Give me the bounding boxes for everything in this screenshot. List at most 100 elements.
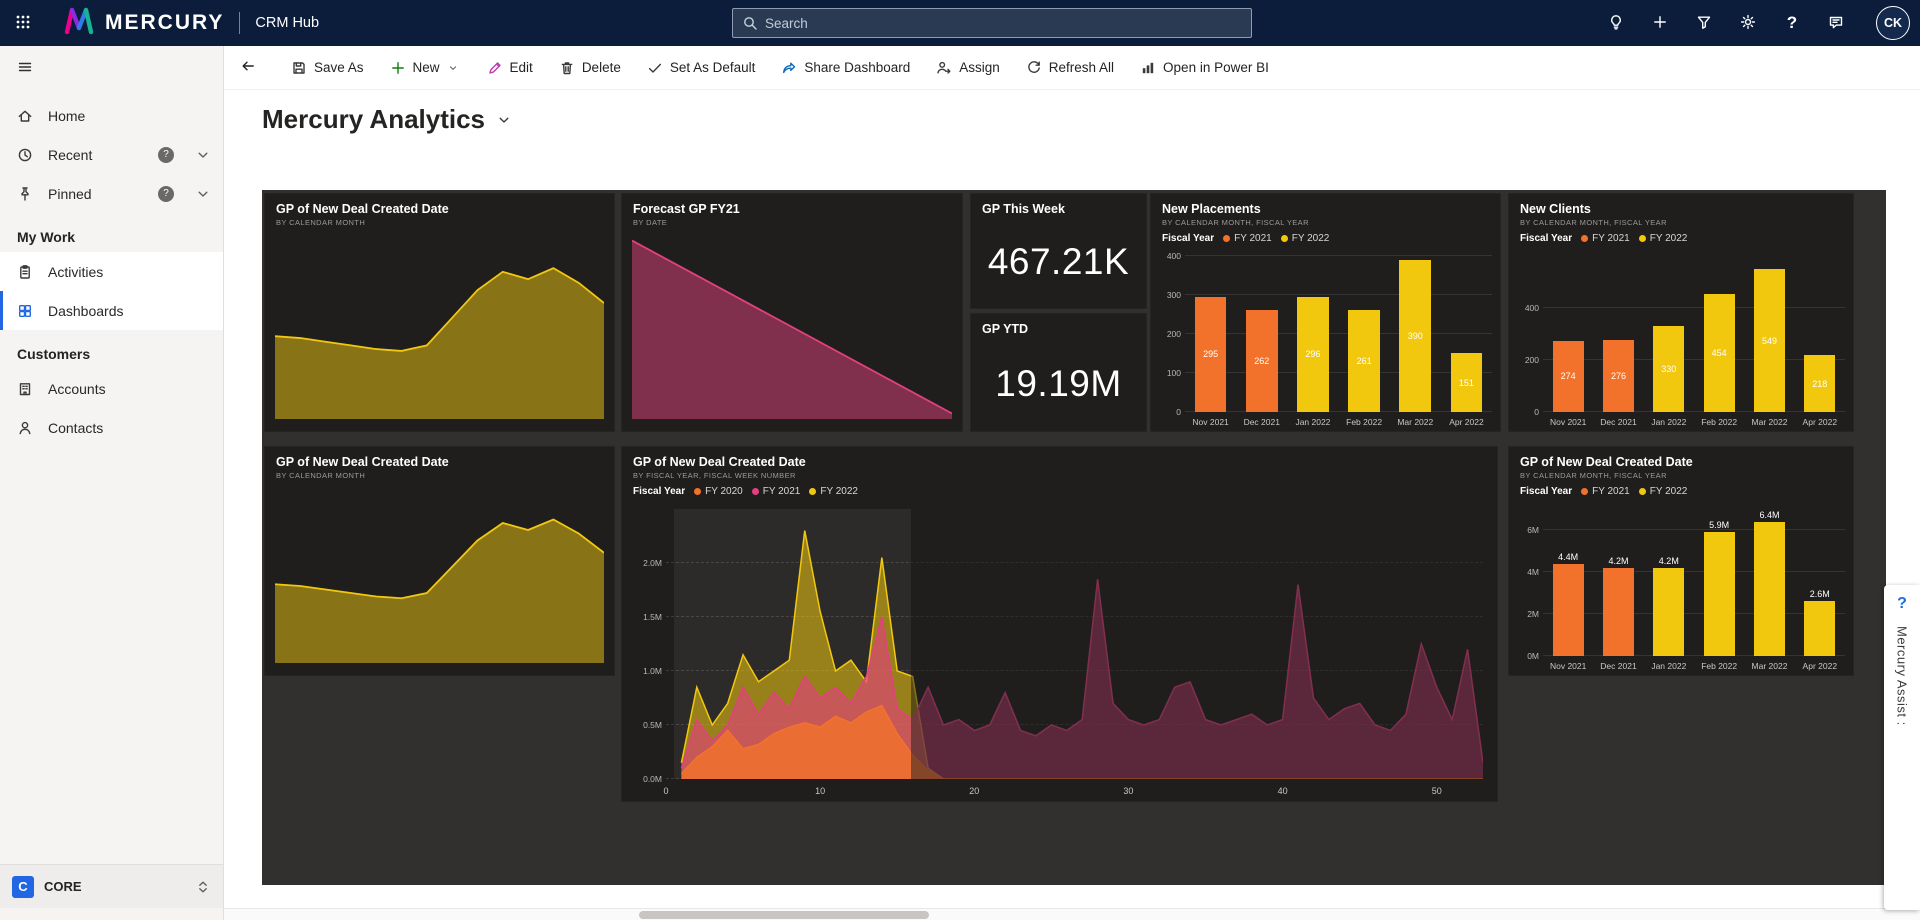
sidebar-item-label: Activities [48,264,211,280]
sidebar-item-activities[interactable]: Activities [0,252,223,291]
sidebar-item-recent[interactable]: Recent? [0,135,223,174]
scrollbar-thumb[interactable] [639,911,929,919]
avatar[interactable]: CK [1876,6,1910,40]
bar[interactable]: 5.9M [1704,532,1735,656]
bar[interactable]: 296 [1297,297,1329,412]
bar[interactable]: 330 [1653,326,1684,412]
legend-item[interactable]: FY 2021 [1223,233,1272,244]
dashboard-selector-chevron-icon[interactable] [496,112,512,128]
tile-forecast-gp-fy21[interactable]: Forecast GP FY21BY DATE [622,194,962,431]
bars: 295 262 296 261 390 151 [1185,256,1492,412]
horizontal-scrollbar[interactable] [224,908,1920,920]
legend-item[interactable]: FY 2022 [1639,486,1688,497]
bar[interactable]: 218 [1804,355,1835,412]
tile-title: GP This Week [982,202,1135,216]
bar-value-label: 5.9M [1709,520,1729,530]
bar[interactable]: 454 [1704,294,1735,412]
bar[interactable]: 295 [1195,297,1227,412]
legend-label: FY 2022 [1650,486,1688,497]
sidebar-item-pinned[interactable]: Pinned? [0,174,223,213]
save-as-button[interactable]: Save As [278,46,377,89]
bar-slot: 4.2M [1644,509,1694,656]
legend-dot [1639,488,1646,495]
add-button[interactable] [1638,0,1682,46]
tile-new-placements[interactable]: New Placements BY CALENDAR MONTH, FISCAL … [1151,194,1500,431]
chevron-down-icon[interactable] [195,186,211,202]
bar[interactable]: 261 [1348,310,1380,412]
search-input[interactable] [765,16,1242,31]
share-dashboard-button[interactable]: Share Dashboard [768,46,923,89]
bar[interactable]: 262 [1246,310,1278,412]
area-switcher-chevrons-icon[interactable] [195,879,211,895]
refresh-all-button[interactable]: Refresh All [1013,46,1127,89]
open-in-power-bi-button[interactable]: Open in Power BI [1127,46,1282,89]
tile-gp-new-deal-by-month-2[interactable]: GP of New Deal Created DateBY CALENDAR M… [265,447,614,675]
contacts-icon [17,420,35,436]
y-axis-label: 0 [1513,407,1539,417]
bar[interactable]: 4.2M [1603,568,1634,656]
set-as-default-button[interactable]: Set As Default [634,46,769,89]
tile-title: GP of New Deal Created Date [276,202,603,216]
home-icon [17,108,35,124]
bar-value-label: 4.2M [1659,556,1679,566]
bar[interactable]: 6.4M [1754,522,1785,656]
bar[interactable]: 549 [1754,269,1785,412]
assign-button[interactable]: Assign [923,46,1013,89]
tile-gp-ytd[interactable]: GP YTD19.19M [971,314,1146,431]
bar[interactable]: 2.6M [1804,601,1835,656]
bar-slot: 6.4M [1744,509,1794,656]
activities-icon [17,264,35,280]
delete-button[interactable]: Delete [546,46,634,89]
tile-header: GP of New Deal Created DateBY FISCAL YEA… [622,447,1497,480]
legend-item[interactable]: FY 2021 [1581,233,1630,244]
menu-toggle-button[interactable] [0,46,223,90]
legend-item[interactable]: FY 2021 [1581,486,1630,497]
tile-gp-new-deal-by-month-1[interactable]: GP of New Deal Created DateBY CALENDAR M… [265,194,614,431]
settings-button[interactable] [1726,0,1770,46]
chevron-down-icon[interactable] [447,62,458,73]
chevron-down-icon[interactable] [195,147,211,163]
legend-item[interactable]: FY 2020 [694,486,743,497]
bar[interactable]: 4.4M [1553,564,1584,656]
topbar-actions: ? [1594,0,1858,46]
command-label: Save As [314,60,364,75]
area-chart [632,235,952,419]
bar[interactable]: 151 [1451,353,1483,412]
tile-gp-this-week[interactable]: GP This Week467.21K [971,194,1146,308]
sidebar: HomeRecent?Pinned?My WorkActivitiesDashb… [0,46,224,920]
legend-item[interactable]: FY 2022 [1639,233,1688,244]
bar-slot: 261 [1339,256,1390,412]
feedback-button[interactable] [1814,0,1858,46]
tile-new-clients[interactable]: New ClientsBY CALENDAR MONTH, FISCAL YEA… [1509,194,1853,431]
bar[interactable]: 274 [1553,341,1584,412]
legend-item[interactable]: FY 2021 [752,486,801,497]
legend-item[interactable]: FY 2022 [1281,233,1330,244]
tile-subtitle: BY CALENDAR MONTH, FISCAL YEAR [1162,218,1489,227]
app-launcher-button[interactable] [0,0,46,46]
bar-plot: 0M2M4M6M4.4M4.2M4.2M5.9M6.4M2.6M [1543,509,1845,656]
help-button[interactable]: ? [1770,0,1814,46]
sidebar-item-dashboards[interactable]: Dashboards [0,291,223,330]
y-axis-label: 200 [1155,329,1181,339]
bar[interactable]: 276 [1603,340,1634,412]
edit-button[interactable]: Edit [474,46,546,89]
sidebar-item-contacts[interactable]: Contacts [0,408,223,447]
bar[interactable]: 390 [1399,260,1431,412]
assist-label: Mercury Assist : [1895,626,1910,726]
assist-panel[interactable]: ? Mercury Assist : [1884,585,1920,910]
bar-slot: 218 [1795,256,1845,412]
filter-button[interactable] [1682,0,1726,46]
new-button[interactable]: New [377,46,474,89]
tile-title: New Placements [1162,202,1489,216]
y-axis-label: 200 [1513,355,1539,365]
lightbulb-button[interactable] [1594,0,1638,46]
bar-slot: 262 [1236,256,1287,412]
area-switcher[interactable]: C CORE [0,864,223,908]
bar[interactable]: 4.2M [1653,568,1684,656]
tile-gp-new-deal-by-month-fy[interactable]: GP of New Deal Created DateBY CALENDAR M… [1509,447,1853,675]
sidebar-item-home[interactable]: Home [0,96,223,135]
tile-gp-new-deal-by-week[interactable]: GP of New Deal Created DateBY FISCAL YEA… [622,447,1497,801]
legend-item[interactable]: FY 2022 [809,486,858,497]
sidebar-item-accounts[interactable]: Accounts [0,369,223,408]
back-button[interactable] [228,46,268,90]
